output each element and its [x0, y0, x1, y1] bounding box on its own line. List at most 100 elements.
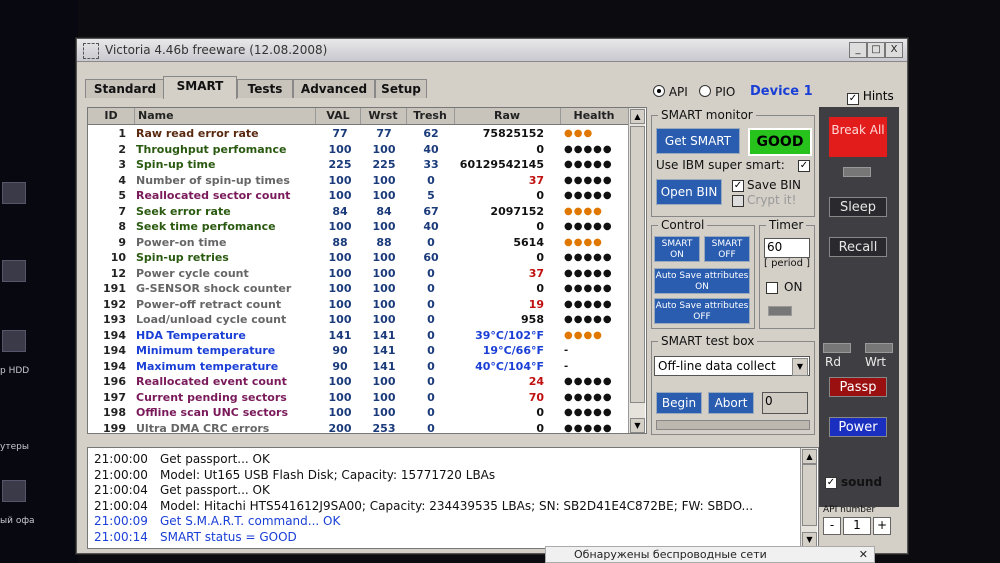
power-button[interactable]: Power	[829, 417, 887, 437]
smart-off-button[interactable]: SMART OFF	[704, 236, 750, 262]
passp-button[interactable]: Passp	[829, 377, 887, 397]
maximize-button[interactable]: □	[867, 42, 885, 58]
table-row[interactable]: 9 Power-on time 88 88 0 5614 ●●●●	[88, 235, 628, 251]
table-row[interactable]: 198 Offline scan UNC sectors 100 100 0 0 ●●●●●	[88, 405, 628, 421]
scroll-up-icon[interactable]: ▲	[630, 109, 645, 124]
attribute-id-cell: 192	[103, 297, 126, 311]
table-row[interactable]: 5 Reallocated sector count 100 100 5 0 ●●●●●	[88, 188, 628, 204]
radio-pio[interactable]	[699, 85, 712, 97]
column-header-wrst[interactable]: Wrst	[360, 108, 407, 124]
attribute-id-cell: 191	[103, 282, 126, 295]
timer-period-input[interactable]: 60	[764, 238, 810, 258]
hints-checkbox[interactable]: ✓ Hints	[847, 89, 894, 105]
attribute-id-cell: 198	[103, 406, 126, 419]
table-row[interactable]: 197 Current pending sectors 100 100 0 70 ●●●●●	[88, 390, 628, 406]
mode-selector: API PIO	[653, 85, 735, 99]
table-row[interactable]: 3 Spin-up time 225 225 33 60129542145 ●●●●●	[88, 157, 628, 173]
title-bar[interactable]: Victoria 4.46b freeware (12.08.2008) _ □…	[77, 39, 907, 62]
desktop-shortcut-icon[interactable]	[2, 182, 26, 204]
tab-setup[interactable]: Setup	[375, 79, 427, 98]
tab-smart[interactable]: SMART	[163, 76, 237, 99]
radio-api[interactable]	[653, 85, 665, 97]
test-type-selected: Off-line data collect	[658, 359, 776, 373]
crypt-label: Crypt it!	[747, 193, 797, 207]
column-header-raw[interactable]: Raw	[454, 108, 561, 124]
table-row[interactable]: 1 Raw read error rate 77 77 62 75825152 ●●●	[88, 126, 628, 142]
table-row[interactable]: 8 Seek time perfomance 100 100 40 0 ●●●●●	[88, 219, 628, 235]
desktop-shortcut-icon[interactable]	[2, 480, 26, 502]
column-header-name[interactable]: Name	[134, 108, 316, 124]
api-number-field[interactable]: 1	[843, 517, 871, 535]
column-header-id[interactable]: ID	[88, 108, 135, 124]
api-number-decrement[interactable]: -	[823, 517, 841, 535]
table-row[interactable]: 194 HDA Temperature 141 141 0 39°C/102°F ●●●●	[88, 328, 628, 344]
column-header-health[interactable]: Health	[560, 108, 629, 124]
table-scrollbar[interactable]: ▲ ▼	[628, 108, 645, 433]
break-all-button[interactable]: Break All	[829, 117, 887, 157]
attribute-health-cell: ●●●●●	[564, 143, 613, 155]
table-row[interactable]: 193 Load/unload cycle count 100 100 0 958 ●●●●…	[88, 312, 628, 328]
crypt-checkbox[interactable]	[732, 195, 744, 207]
api-number-increment[interactable]: +	[873, 517, 891, 535]
table-row[interactable]: 7 Seek error rate 84 84 67 2097152 ●●●●	[88, 204, 628, 220]
auto-save-off-button[interactable]: Auto Save attributes OFF	[654, 298, 750, 324]
chevron-down-icon[interactable]: ▼	[792, 358, 808, 376]
open-bin-button[interactable]: Open BIN	[656, 179, 722, 205]
wireless-networks-notification[interactable]: Обнаружены беспроводные сети ✕	[545, 546, 875, 563]
minimize-button[interactable]: _	[849, 42, 867, 58]
table-row[interactable]: 196 Reallocated event count 100 100 0 24 ●●●●●	[88, 374, 628, 390]
tab-tests[interactable]: Tests	[237, 79, 293, 98]
auto-save-on-button[interactable]: Auto Save attributes ON	[654, 268, 750, 294]
abort-button[interactable]: Abort	[708, 392, 754, 414]
begin-button[interactable]: Begin	[656, 392, 702, 414]
save-bin-checkbox[interactable]: ✓	[732, 180, 744, 192]
attribute-name-cell: Minimum temperature	[136, 344, 276, 357]
table-row[interactable]: 10 Spin-up retries 100 100 60 0 ●●●●●	[88, 250, 628, 266]
recall-button[interactable]: Recall	[829, 237, 887, 257]
table-row[interactable]: 191 G-SENSOR shock counter 100 100 0 0 ●●●●●	[88, 281, 628, 297]
save-bin-label: Save BIN	[747, 178, 802, 192]
attribute-val-cell: 100	[328, 375, 352, 388]
column-header-tresh[interactable]: Tresh	[406, 108, 455, 124]
smart-on-button[interactable]: SMART ON	[654, 236, 700, 262]
test-value-input[interactable]: 0	[762, 392, 808, 414]
table-row[interactable]: 12 Power cycle count 100 100 0 37 ●●●●●	[88, 266, 628, 282]
column-header-val[interactable]: VAL	[316, 108, 361, 124]
scroll-thumb[interactable]	[802, 464, 817, 526]
desktop-shortcut-icon[interactable]	[2, 330, 26, 352]
tab-advanced[interactable]: Advanced	[293, 79, 375, 98]
log-scrollbar[interactable]: ▲ ▼	[800, 448, 817, 548]
tab-standard[interactable]: Standard	[85, 79, 165, 98]
attribute-raw-cell: 5614	[513, 235, 544, 249]
scroll-down-icon[interactable]: ▼	[802, 532, 817, 547]
sleep-button[interactable]: Sleep	[829, 197, 887, 217]
scroll-up-icon[interactable]: ▲	[802, 449, 817, 464]
attribute-health-cell: -	[564, 360, 570, 372]
close-button[interactable]: X	[885, 42, 903, 58]
scroll-down-icon[interactable]: ▼	[630, 418, 645, 433]
log-text: SMART status = GOOD	[160, 529, 297, 544]
test-progress-bar	[656, 420, 810, 430]
sound-checkbox[interactable]: ✓	[825, 477, 837, 489]
attribute-health-cell: ●●●●●	[564, 252, 613, 263]
get-smart-button[interactable]: Get SMART	[656, 128, 740, 154]
attribute-name-cell: Power cycle count	[136, 266, 249, 280]
attribute-val-cell: 100	[328, 142, 352, 156]
attribute-tresh-cell: 40	[423, 142, 439, 156]
desktop-shortcut-icon[interactable]	[2, 260, 26, 282]
timer-indicator	[768, 306, 792, 316]
table-row[interactable]: 194 Maximum temperature 90 141 0 40°C/104°F -	[88, 359, 628, 375]
table-row[interactable]: 4 Number of spin-up times 100 100 0 37 ●●●●●	[88, 173, 628, 189]
table-row[interactable]: 194 Minimum temperature 90 141 0 19°C/66°F -	[88, 343, 628, 359]
table-row[interactable]: 2 Throughput perfomance 100 100 40 0 ●●●●●	[88, 142, 628, 158]
attribute-tresh-cell: 0	[427, 406, 435, 419]
table-row[interactable]: 192 Power-off retract count 100 100 0 19 ●●●●●	[88, 297, 628, 313]
test-type-dropdown[interactable]: Off-line data collect ▼	[654, 356, 810, 376]
attribute-raw-cell: 60129542145	[459, 158, 544, 171]
timer-on-checkbox[interactable]	[766, 282, 778, 294]
table-row[interactable]: 199 Ultra DMA CRC errors 200 253 0 0 ●●●●●	[88, 421, 628, 434]
ibm-super-smart-checkbox[interactable]: ✓	[798, 160, 810, 172]
window-title: Victoria 4.46b freeware (12.08.2008)	[105, 43, 328, 57]
scroll-thumb[interactable]	[630, 126, 645, 403]
notification-close-icon[interactable]: ✕	[859, 547, 868, 563]
